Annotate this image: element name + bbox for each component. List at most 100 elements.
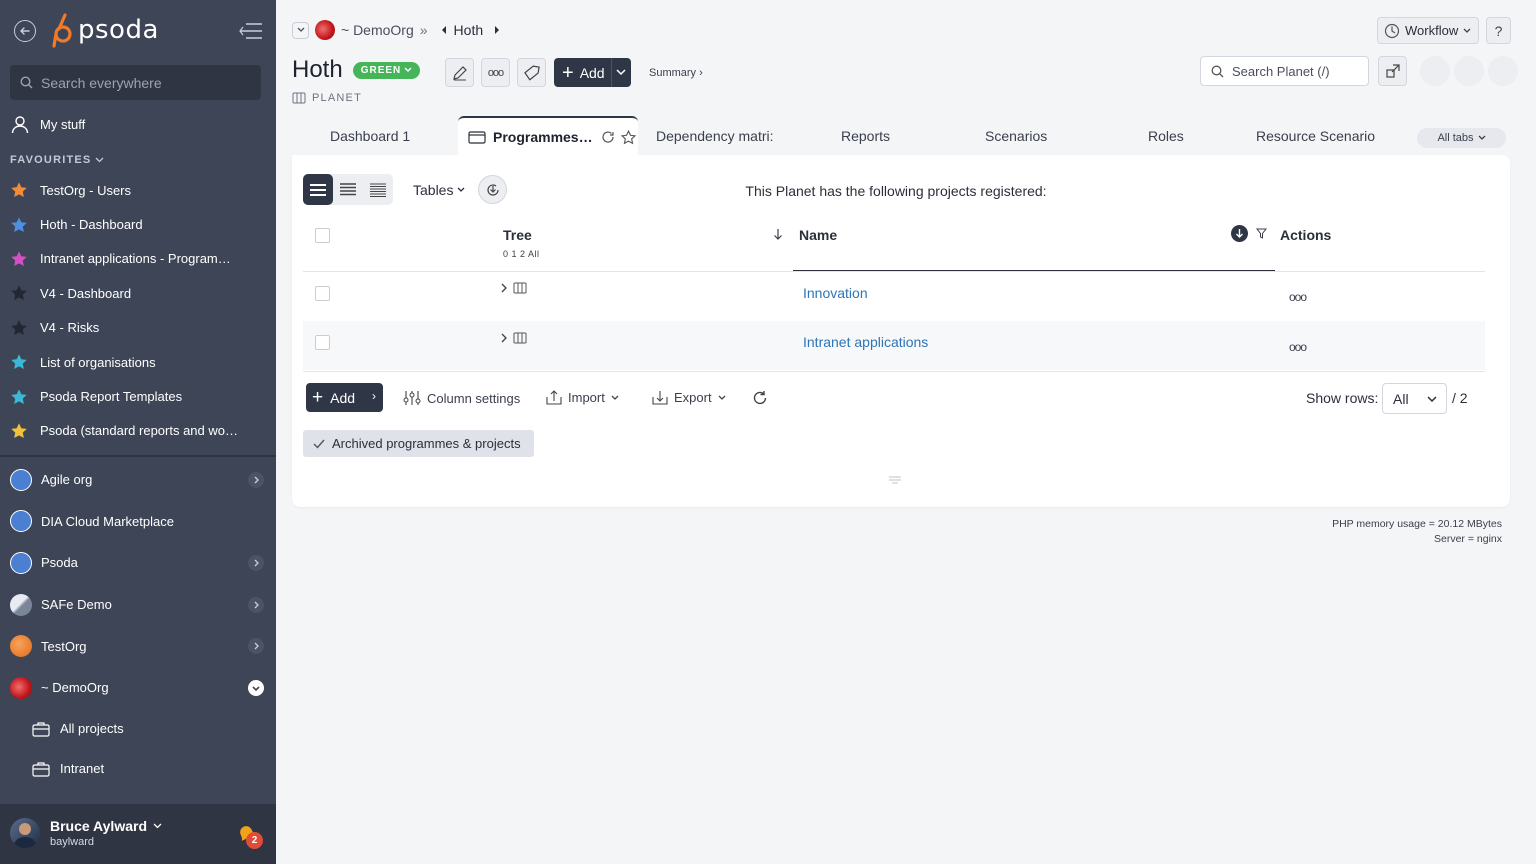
psoda-logo[interactable]: psoda: [50, 12, 159, 48]
logo-text: psoda: [78, 15, 159, 45]
star-icon: [11, 251, 27, 266]
add-project-button[interactable]: + Add ›: [306, 383, 383, 412]
favourite-label: V4 - Dashboard: [40, 285, 132, 301]
back-button[interactable]: [14, 20, 36, 42]
sliders-icon: [403, 391, 421, 405]
sort-direction-icon[interactable]: [1231, 225, 1248, 242]
workflow-dropdown[interactable]: Workflow: [1377, 17, 1479, 44]
more-options-button[interactable]: ooo: [481, 58, 510, 87]
tag-icon: [523, 64, 540, 81]
tab-resource-scenarios[interactable]: Resource Scenario:: [1256, 116, 1376, 156]
chevron-right-icon[interactable]: [248, 472, 264, 488]
column-settings-button[interactable]: Column settings: [403, 390, 520, 406]
plus-icon: +: [562, 61, 574, 84]
org-item-dia-cloud[interactable]: DIA Cloud Marketplace: [0, 501, 276, 543]
row-actions-button[interactable]: ooo: [1289, 290, 1307, 304]
tab-reports[interactable]: Reports: [841, 116, 951, 156]
user-menu[interactable]: Bruce Aylward: [50, 818, 162, 834]
external-link-icon: [1385, 64, 1400, 78]
favourite-item[interactable]: Psoda (standard reports and work…: [10, 414, 266, 448]
archived-toggle-button[interactable]: Archived programmes & projects: [303, 430, 534, 457]
tab-dependency-matrix[interactable]: Dependency matri:: [656, 116, 776, 156]
sidebar-item-intranet[interactable]: Intranet: [0, 749, 276, 789]
avatar[interactable]: [10, 818, 40, 848]
collapse-menu-button[interactable]: [238, 22, 264, 43]
favourite-item[interactable]: Intranet applications - Programme…: [10, 242, 266, 276]
project-link[interactable]: Innovation: [803, 285, 868, 301]
tab-programmes[interactable]: Programmes…: [458, 116, 638, 156]
export-label: Export: [674, 390, 712, 405]
status-badge[interactable]: GREEN: [352, 61, 421, 79]
my-stuff-link[interactable]: My stuff: [10, 114, 85, 134]
export-dropdown[interactable]: Export: [652, 390, 726, 405]
favourite-item[interactable]: V4 - Risks: [10, 311, 266, 345]
object-type: PLANET: [292, 92, 362, 104]
favourite-item[interactable]: List of organisations: [10, 345, 266, 379]
breadcrumb-org[interactable]: ~ DemoOrg: [341, 22, 414, 38]
open-external-button[interactable]: [1378, 56, 1407, 86]
org-item-psoda[interactable]: Psoda: [0, 542, 276, 584]
tree-level-selector[interactable]: 0 1 2 All: [503, 249, 540, 259]
chevron-right-icon[interactable]: [500, 333, 508, 343]
star-icon: [11, 320, 27, 335]
org-item-testorg[interactable]: TestOrg: [0, 625, 276, 667]
org-item-safe-demo[interactable]: SAFe Demo: [0, 584, 276, 626]
caret-left-icon[interactable]: [440, 25, 448, 35]
logo-mark-icon: [52, 13, 72, 48]
project-link[interactable]: Intranet applications: [803, 334, 928, 350]
column-header-actions: Actions: [1280, 227, 1332, 243]
favourites-header[interactable]: FAVOURITES: [10, 154, 104, 166]
row-checkbox[interactable]: [315, 335, 330, 350]
import-dropdown[interactable]: Import: [546, 390, 619, 405]
favourite-label: Psoda Report Templates: [40, 389, 183, 405]
favourite-item[interactable]: Hoth - Dashboard: [10, 207, 266, 241]
page-title: Hoth: [292, 56, 343, 83]
favourite-item[interactable]: TestOrg - Users: [10, 173, 266, 207]
refresh-icon: [753, 391, 767, 405]
chevron-right-icon[interactable]: [248, 596, 264, 613]
tab-label: Reports: [841, 128, 891, 144]
favourite-item[interactable]: V4 - Dashboard: [10, 276, 266, 310]
tab-scenarios[interactable]: Scenarios: [985, 116, 1095, 156]
refresh-icon[interactable]: [601, 130, 615, 144]
sidebar-item-all-projects[interactable]: All projects: [0, 709, 276, 749]
search-icon: [20, 76, 33, 89]
column-header-tree[interactable]: Tree: [503, 227, 532, 243]
org-item-agile-org[interactable]: Agile org: [0, 459, 276, 501]
tab-dashboard[interactable]: Dashboard 1: [330, 116, 440, 156]
refresh-table-button[interactable]: [752, 390, 768, 406]
org-item-demoorg[interactable]: ~ DemoOrg: [0, 667, 276, 709]
add-button[interactable]: + Add: [554, 58, 631, 87]
caret-right-icon[interactable]: [493, 25, 501, 35]
workflow-icon: [1384, 23, 1400, 38]
help-button[interactable]: ?: [1486, 17, 1511, 44]
column-header-name[interactable]: Name: [799, 227, 837, 243]
sidebar-divider: [0, 455, 276, 457]
chevron-right-icon[interactable]: [500, 283, 508, 293]
filter-icon[interactable]: [1256, 228, 1267, 239]
chevron-down-icon[interactable]: [616, 69, 626, 76]
archived-label: Archived programmes & projects: [332, 436, 521, 451]
select-all-checkbox[interactable]: [315, 228, 330, 243]
sort-arrow-down-icon[interactable]: [773, 228, 783, 240]
summary-link[interactable]: Summary ›: [649, 67, 703, 79]
chevron-right-icon[interactable]: [248, 638, 264, 655]
row-actions-button[interactable]: ooo: [1289, 340, 1307, 354]
pencil-icon: [452, 65, 467, 80]
edit-button[interactable]: [445, 58, 474, 87]
all-tabs-dropdown[interactable]: All tabs: [1417, 128, 1506, 148]
chevron-right-icon[interactable]: [248, 555, 264, 572]
breadcrumb-dropdown[interactable]: [292, 21, 309, 39]
favourite-item[interactable]: Psoda Report Templates: [10, 379, 266, 413]
planet-search-input[interactable]: [1232, 63, 1362, 79]
tag-button[interactable]: [517, 58, 546, 87]
star-icon: [11, 423, 27, 438]
chevron-down-icon[interactable]: [248, 679, 264, 696]
show-rows-select[interactable]: All: [1382, 383, 1447, 414]
row-checkbox[interactable]: [315, 286, 330, 301]
chevron-down-icon: [1463, 28, 1471, 33]
resize-handle[interactable]: [888, 473, 902, 488]
tab-roles[interactable]: Roles: [1148, 116, 1228, 156]
global-search-input[interactable]: [41, 74, 241, 91]
star-outline-icon[interactable]: [620, 129, 636, 145]
